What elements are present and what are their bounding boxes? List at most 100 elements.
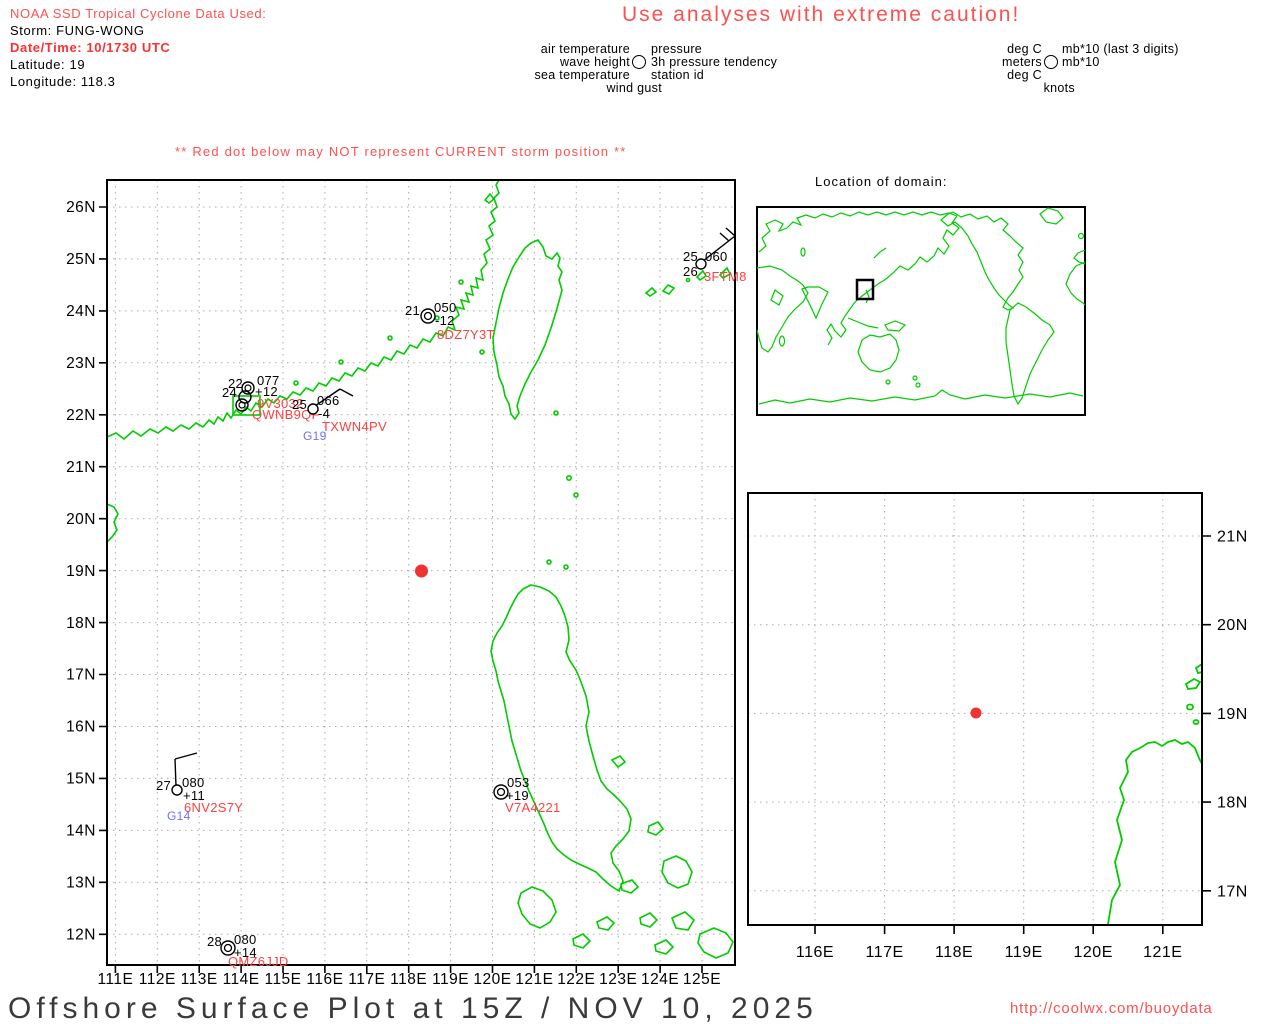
x-tick-label: 116E bbox=[306, 971, 343, 988]
y-tick-label: 14N bbox=[66, 823, 96, 840]
island-catanduanes bbox=[647, 821, 665, 836]
x-tick-label: 117E bbox=[348, 971, 385, 988]
zoom-y-tick-label: 18N bbox=[1217, 795, 1248, 812]
coast-africa-right bbox=[1065, 261, 1086, 306]
station-circle bbox=[235, 398, 249, 412]
station-id: QMZ6JJD bbox=[228, 954, 289, 969]
coast-east-asia bbox=[826, 255, 935, 346]
islet bbox=[563, 564, 569, 570]
y-tick-label: 18N bbox=[66, 615, 96, 632]
station-air-temp: 27 bbox=[156, 778, 171, 793]
island-madagascar bbox=[778, 335, 786, 347]
island-nz bbox=[915, 382, 921, 388]
islands-visayas bbox=[572, 911, 734, 959]
station-air-temp: 25 bbox=[683, 249, 698, 264]
zoom-x-ticks bbox=[814, 925, 1164, 934]
source-url[interactable]: http://coolwx.com/buoydata bbox=[1010, 1000, 1213, 1017]
station-circle bbox=[420, 308, 436, 324]
lake-caspian bbox=[800, 247, 806, 257]
y-tick-label: 13N bbox=[66, 875, 96, 892]
station-air-temp: 24 bbox=[222, 385, 237, 400]
island-mindoro bbox=[517, 886, 557, 929]
coast-antarctica bbox=[758, 389, 1084, 405]
domain-inset-frame bbox=[756, 206, 1086, 416]
islet-zoom bbox=[1192, 719, 1200, 725]
offshore-surface-plot-page: NOAA SSD Tropical Cyclone Data Used: Sto… bbox=[0, 0, 1280, 1024]
station-pressure: 060 bbox=[705, 249, 728, 264]
islet bbox=[553, 410, 559, 416]
x-tick-label: 111E bbox=[97, 971, 133, 988]
plot-graphics: 111E 112E 113E 114E 115E 116E 117E 118E … bbox=[66, 179, 1248, 988]
islet-zoom bbox=[1184, 677, 1202, 690]
station-8DZ7Y3T: 21 050 -12 8DZ7Y3T bbox=[405, 300, 495, 342]
islet bbox=[458, 279, 464, 285]
zoom-x-tick-label: 121E bbox=[1143, 944, 1182, 961]
island-japan-inset bbox=[873, 247, 887, 259]
world-coastlines bbox=[756, 207, 1086, 406]
island-luzon bbox=[490, 584, 632, 893]
x-tick-label: 112E bbox=[139, 971, 176, 988]
y-tick-label: 23N bbox=[66, 355, 96, 372]
station-circle bbox=[171, 784, 183, 796]
station-circle bbox=[220, 940, 236, 956]
y-axis-ticks bbox=[99, 206, 107, 936]
station-QMZ6JJD: 28 080 +14 QMZ6JJD bbox=[207, 932, 289, 969]
plot-title: Offshore Surface Plot at 15Z / NOV 10, 2… bbox=[8, 992, 818, 1024]
islet bbox=[573, 492, 579, 498]
zoom-x-tick-label: 117E bbox=[866, 944, 904, 961]
coast-europe-right bbox=[1073, 249, 1086, 265]
x-tick-label: 120E bbox=[473, 971, 511, 988]
x-tick-label: 123E bbox=[599, 971, 637, 988]
x-tick-label: 121E bbox=[515, 971, 553, 988]
coast-luzon-nw bbox=[1107, 739, 1203, 925]
islet-ryukyu bbox=[483, 192, 732, 297]
x-tick-label: 124E bbox=[641, 971, 679, 988]
station-tendency: -12 bbox=[435, 313, 455, 328]
x-tick-label: 114E bbox=[223, 971, 260, 988]
coast-africa-left bbox=[756, 265, 809, 353]
islet bbox=[546, 559, 552, 565]
zoom-graticule-vertical bbox=[814, 493, 1164, 925]
domain-inset-map bbox=[756, 206, 1086, 416]
station-id: 3FTM8 bbox=[704, 269, 747, 284]
x-tick-label: 119E bbox=[432, 971, 469, 988]
zoom-y-tick-label: 19N bbox=[1217, 706, 1248, 723]
main-map: 111E 112E 113E 114E 115E 116E 117E 118E … bbox=[66, 179, 747, 988]
station-id: TXWN4PV bbox=[322, 419, 387, 434]
y-tick-label: 21N bbox=[66, 459, 96, 476]
coastline-leizhou bbox=[106, 503, 119, 544]
x-tick-label: 125E bbox=[683, 971, 721, 988]
y-tick-label: 15N bbox=[66, 771, 96, 788]
island-samar bbox=[661, 855, 693, 889]
zoom-x-tick-label: 120E bbox=[1074, 944, 1113, 961]
coast-arabia bbox=[770, 289, 784, 306]
coast-eurasia-north bbox=[758, 211, 958, 253]
zoom-inset-map: 116E 117E 118E 119E 120E 121E 21N 20N 19… bbox=[747, 492, 1248, 961]
x-tick-label: 118E bbox=[390, 971, 427, 988]
y-tick-label: 12N bbox=[66, 927, 96, 944]
island-polillo bbox=[610, 755, 627, 769]
station-gust: G19 bbox=[303, 429, 327, 443]
station-id: 8DZ7Y3T bbox=[437, 327, 495, 342]
graticule-vertical bbox=[114, 180, 703, 965]
zoom-y-ticks bbox=[1202, 535, 1211, 892]
zoom-y-tick-label: 20N bbox=[1217, 617, 1248, 634]
islet bbox=[565, 474, 572, 481]
islet-zoom bbox=[1186, 703, 1194, 711]
station-air-temp: 21 bbox=[405, 303, 420, 318]
station-air-temp: 25 bbox=[292, 397, 307, 412]
station-3FTM8: 25 26 060 3FTM8 bbox=[683, 227, 747, 284]
station-id: 6NV2S7Y bbox=[184, 800, 243, 815]
storm-position-dot bbox=[970, 707, 982, 719]
island-nz bbox=[912, 375, 918, 381]
zoom-x-tick-label: 118E bbox=[935, 944, 973, 961]
station-air-temp: 28 bbox=[207, 934, 222, 949]
zoom-x-labels: 116E 117E 118E 119E 120E 121E bbox=[796, 944, 1182, 961]
y-tick-label: 17N bbox=[66, 667, 96, 684]
islet bbox=[293, 380, 299, 386]
islet bbox=[338, 359, 344, 365]
islet bbox=[387, 335, 393, 341]
zoom-coastlines bbox=[1107, 662, 1203, 925]
station-tendency: +12 bbox=[255, 384, 278, 399]
y-tick-label: 22N bbox=[66, 407, 96, 424]
